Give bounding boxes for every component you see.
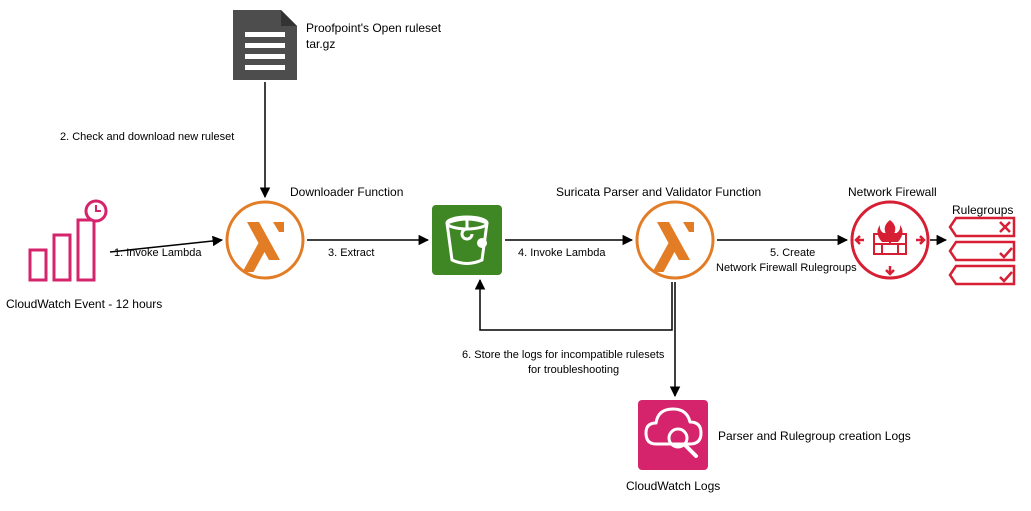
cloudwatch-event-label: CloudWatch Event - 12 hours bbox=[6, 297, 162, 311]
downloader-lambda-icon bbox=[227, 202, 303, 278]
cloudwatch-logs-icon bbox=[638, 400, 708, 470]
downloader-label: Downloader Function bbox=[290, 185, 403, 199]
parser-label: Suricata Parser and Validator Function bbox=[556, 185, 761, 199]
ruleset-file-icon bbox=[233, 10, 297, 80]
s3-bucket-icon bbox=[432, 205, 502, 275]
architecture-diagram: CloudWatch Event - 12 hours Proofpoint's… bbox=[0, 0, 1031, 511]
edge-5-label-1: 5. Create bbox=[770, 247, 815, 259]
edge-5-label-2: Network Firewall Rulegroups bbox=[716, 262, 857, 274]
edge-1-label: 1. Invoke Lambda bbox=[114, 247, 202, 259]
cloudwatch-logs-side-label: Parser and Rulegroup creation Logs bbox=[718, 429, 911, 443]
rulegroups-icon bbox=[950, 218, 1014, 284]
firewall-label: Network Firewall bbox=[848, 185, 937, 199]
edge-4-label: 4. Invoke Lambda bbox=[518, 247, 606, 259]
cloudwatch-event-icon bbox=[30, 201, 106, 280]
edge-6-label-2: for troubleshooting bbox=[528, 364, 619, 376]
ruleset-file-label-2: tar.gz bbox=[306, 37, 335, 51]
cloudwatch-logs-label: CloudWatch Logs bbox=[626, 479, 720, 493]
edge-2-label: 2. Check and download new ruleset bbox=[60, 131, 234, 143]
rulegroups-label: Rulegroups bbox=[952, 203, 1013, 217]
parser-lambda-icon bbox=[637, 202, 713, 278]
ruleset-file-label-1: Proofpoint's Open ruleset bbox=[306, 21, 442, 35]
edge-6-label-1: 6. Store the logs for incompatible rules… bbox=[462, 349, 665, 361]
network-firewall-icon bbox=[852, 202, 928, 278]
edge-3-label: 3. Extract bbox=[328, 247, 374, 259]
edge-store-logs bbox=[480, 280, 672, 330]
